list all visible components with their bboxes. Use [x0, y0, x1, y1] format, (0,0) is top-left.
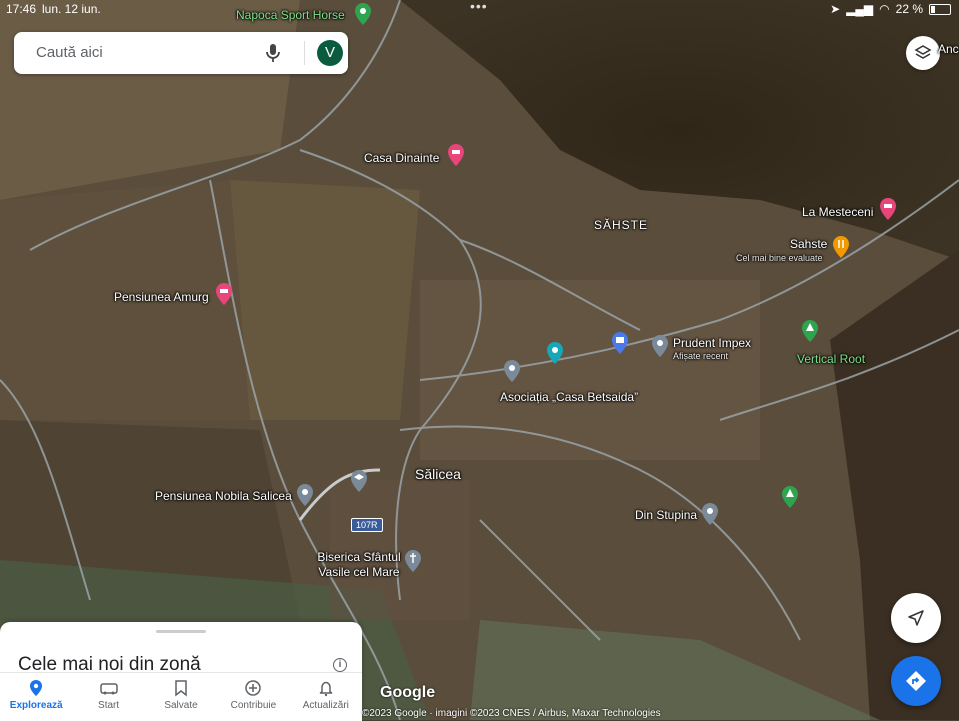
battery-percent: 22 % [895, 2, 923, 16]
status-indicators: ➤ ▂▄▆ ◠ 22 % [830, 2, 951, 16]
pin-hotel-icon[interactable] [448, 144, 464, 166]
bell-icon [319, 681, 333, 697]
pin-place-icon[interactable] [504, 360, 520, 382]
pin-park-icon[interactable] [802, 320, 818, 342]
place-label[interactable]: Pensiunea Nobila Salicea [155, 489, 292, 503]
pin-health-icon[interactable] [547, 342, 563, 364]
status-date: lun. 12 iun. [42, 2, 101, 16]
add-circle-icon [245, 680, 262, 696]
place-label[interactable]: Pensiunea Amurg [114, 290, 209, 304]
pin-restaurant-icon[interactable] [833, 236, 849, 258]
layers-icon [914, 45, 932, 59]
nav-label: Salvate [164, 700, 198, 711]
status-bar: 17:46 lun. 12 iun. ••• ➤ ▂▄▆ ◠ 22 % [0, 0, 959, 18]
bottom-navigation: Explorează Start Salvate Contribuie Actu… [0, 672, 362, 721]
place-label[interactable]: Anc [938, 42, 959, 56]
nav-explore[interactable]: Explorează [0, 673, 72, 721]
status-time: 17:46 [6, 2, 37, 16]
car-icon [99, 683, 118, 695]
pin-park-icon[interactable] [782, 486, 798, 508]
my-location-button[interactable] [891, 593, 941, 643]
place-label[interactable]: Biserica Sfântul Vasile cel Mare [316, 550, 402, 580]
nav-contribute[interactable]: Contribuie [217, 673, 289, 721]
place-sublabel: Cel mai bine evaluate [736, 253, 823, 263]
search-input[interactable]: Caută aici [36, 44, 103, 61]
directions-icon [906, 671, 926, 691]
nav-start[interactable]: Start [72, 673, 144, 721]
location-arrow-icon: ➤ [830, 2, 841, 16]
search-divider [304, 41, 305, 65]
pin-school-icon[interactable] [351, 470, 367, 492]
sheet-drag-handle[interactable] [156, 630, 206, 633]
place-label[interactable]: Casa Dinainte [364, 151, 439, 165]
attribution[interactable]: ©2023 Google · imagini ©2023 CNES / Airb… [362, 708, 661, 719]
signal-icon: ▂▄▆ [846, 2, 874, 16]
pin-place-icon[interactable] [652, 335, 668, 357]
avatar[interactable]: V [317, 40, 343, 66]
bookmark-icon [175, 680, 187, 697]
nav-updates[interactable]: Actualizări [290, 673, 362, 721]
nav-label: Contribuie [230, 700, 277, 711]
pin-napoca-sport-horse-icon[interactable] [355, 3, 371, 25]
pin-place-icon[interactable] [702, 503, 718, 525]
pin-shopping-icon[interactable] [612, 332, 628, 354]
google-logo: Google [380, 684, 436, 701]
road-shield: 107R [351, 518, 383, 532]
place-label[interactable]: Prudent Impex [673, 336, 751, 350]
pin-place-icon[interactable] [297, 484, 313, 506]
town-label[interactable]: Sălicea [415, 466, 461, 482]
place-label[interactable]: Din Stupina [635, 508, 697, 522]
search-bar[interactable]: Caută aici V [14, 32, 348, 74]
microphone-icon[interactable] [261, 41, 285, 65]
wifi-icon: ◠ [879, 2, 890, 16]
navigation-arrow-icon [908, 610, 924, 626]
info-icon[interactable]: i [333, 658, 347, 672]
pin-hotel-icon[interactable] [216, 283, 232, 305]
place-label[interactable]: Asociația „Casa Betsaida” [500, 390, 638, 404]
nav-label: Explorează [9, 700, 63, 711]
area-label: SĂHSTE [594, 218, 649, 232]
pin-hotel-icon[interactable] [880, 198, 896, 220]
explore-pin-icon [30, 680, 43, 696]
place-label[interactable]: Sahste [790, 237, 827, 251]
pin-church-icon[interactable] [405, 550, 421, 572]
layers-button[interactable] [906, 36, 940, 70]
nav-label: Actualizări [302, 700, 349, 711]
nav-saved[interactable]: Salvate [145, 673, 217, 721]
nav-label: Start [98, 700, 120, 711]
multitask-dots-icon[interactable]: ••• [470, 0, 488, 14]
place-label[interactable]: Vertical Root [797, 352, 865, 366]
battery-icon [929, 3, 951, 15]
place-sublabel: Afișate recent [673, 351, 729, 361]
place-label[interactable]: Napoca Sport Horse [236, 8, 345, 22]
place-label[interactable]: La Mesteceni [802, 205, 873, 219]
directions-button[interactable] [891, 656, 941, 706]
